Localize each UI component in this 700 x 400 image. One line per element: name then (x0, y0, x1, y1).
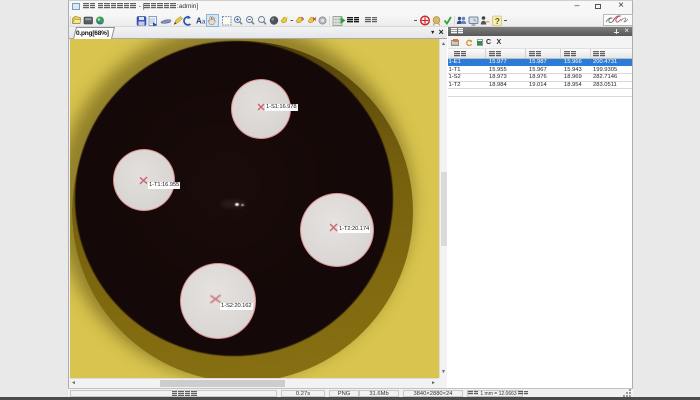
svg-text:?: ? (495, 16, 500, 26)
svg-text:a: a (202, 20, 206, 26)
